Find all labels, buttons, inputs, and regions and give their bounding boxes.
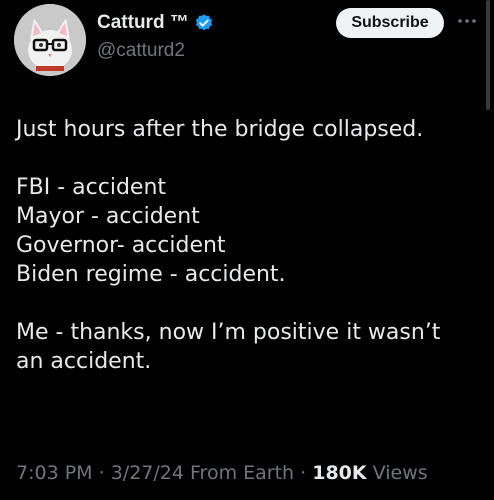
author-display-name[interactable]: Catturd ™ <box>97 12 189 34</box>
tweet-line-break <box>16 144 486 173</box>
views-count[interactable]: 180K <box>312 462 366 484</box>
views-label: Views <box>372 462 428 484</box>
more-horizontal-icon[interactable] <box>456 10 478 32</box>
tweet-line: an accident. <box>16 349 152 374</box>
scrollbar[interactable] <box>486 0 490 110</box>
tweet-metadata: 7:03 PM · 3/27/24 From Earth · 180K View… <box>16 462 428 484</box>
tweet-text: Just hours after the bridge collapsed. F… <box>16 115 486 376</box>
tweet-line: Mayor - accident <box>16 204 200 229</box>
avatar[interactable] <box>14 4 86 76</box>
subscribe-button[interactable]: Subscribe <box>336 8 444 38</box>
tweet-line: Biden regime - accident. <box>16 262 286 287</box>
tweet-line: Just hours after the bridge collapsed. <box>16 117 424 142</box>
author-name-row[interactable]: Catturd ™ <box>97 10 214 36</box>
tweet-date[interactable]: 3/27/24 <box>111 462 184 484</box>
tweet-card: Catturd ™ @catturd2 Subscribe Just hours… <box>0 0 494 500</box>
meta-separator: · <box>98 462 105 484</box>
tweet-line: Governor- accident <box>16 233 226 258</box>
verified-badge-icon <box>194 13 214 33</box>
tweet-time[interactable]: 7:03 PM <box>16 462 93 484</box>
author-handle[interactable]: @catturd2 <box>97 40 185 62</box>
tweet-line-break <box>16 289 486 318</box>
tweet-source: From Earth <box>190 462 295 484</box>
meta-separator: · <box>300 462 307 484</box>
tweet-line: FBI - accident <box>16 175 167 200</box>
tweet-line: Me - thanks, now I’m positive it wasn’t <box>16 320 441 345</box>
